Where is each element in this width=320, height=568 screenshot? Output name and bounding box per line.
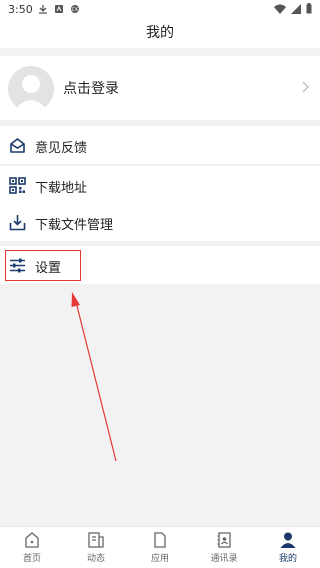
status-notification-icons: CK — [38, 4, 80, 14]
signal-icon — [291, 3, 301, 14]
menu-item-label: 下载文件管理 — [35, 218, 114, 233]
settings-highlight-box — [5, 250, 81, 281]
tab-label: 首页 — [22, 554, 41, 564]
person-icon — [280, 532, 296, 548]
tab-me[interactable]: 我的 — [256, 527, 320, 568]
menu-item-feedback[interactable]: 意见反馈 — [0, 126, 320, 164]
wifi-icon — [274, 4, 286, 14]
tab-label: 应用 — [150, 554, 169, 564]
avatar — [8, 66, 54, 112]
sync-notification-icon: CK — [71, 5, 79, 13]
tab-home[interactable]: 首页 — [0, 527, 64, 568]
qr-code-icon — [9, 177, 26, 194]
contacts-icon — [217, 532, 231, 548]
tab-label: 我的 — [278, 554, 297, 564]
tab-contacts[interactable]: 通讯录 — [192, 527, 256, 568]
battery-icon — [306, 3, 312, 14]
menu-item-download-manager[interactable]: 下载文件管理 — [0, 203, 320, 241]
menu-item-label: 下载地址 — [35, 181, 88, 196]
envelope-icon — [10, 138, 25, 153]
page-title: 我的 — [0, 20, 320, 48]
download-tray-icon — [9, 215, 26, 231]
tab-label: 通讯录 — [210, 554, 238, 564]
app-notification-icon — [55, 5, 63, 13]
login-card[interactable]: 点击登录 — [0, 56, 320, 120]
status-system-icons — [274, 3, 312, 14]
tab-news[interactable]: 动态 — [64, 527, 128, 568]
tab-apps[interactable]: 应用 — [128, 527, 192, 568]
svg-text:CK: CK — [72, 7, 79, 13]
menu-item-download-address[interactable]: 下载地址 — [0, 166, 320, 204]
menu-item-label: 意见反馈 — [35, 141, 88, 156]
bottom-tab-bar: 首页 动态 应用 通讯录 我的 — [0, 526, 320, 568]
chevron-right-icon — [302, 81, 309, 93]
status-time: 3:50 — [8, 3, 33, 16]
download-notification-icon — [39, 5, 47, 14]
tab-label: 动态 — [86, 554, 105, 564]
home-icon — [25, 532, 39, 548]
document-icon — [154, 532, 166, 548]
news-icon — [88, 532, 104, 548]
default-avatar-icon — [13, 75, 49, 112]
status-bar: 3:50 CK — [0, 0, 320, 20]
login-label: 点击登录 — [63, 81, 119, 97]
